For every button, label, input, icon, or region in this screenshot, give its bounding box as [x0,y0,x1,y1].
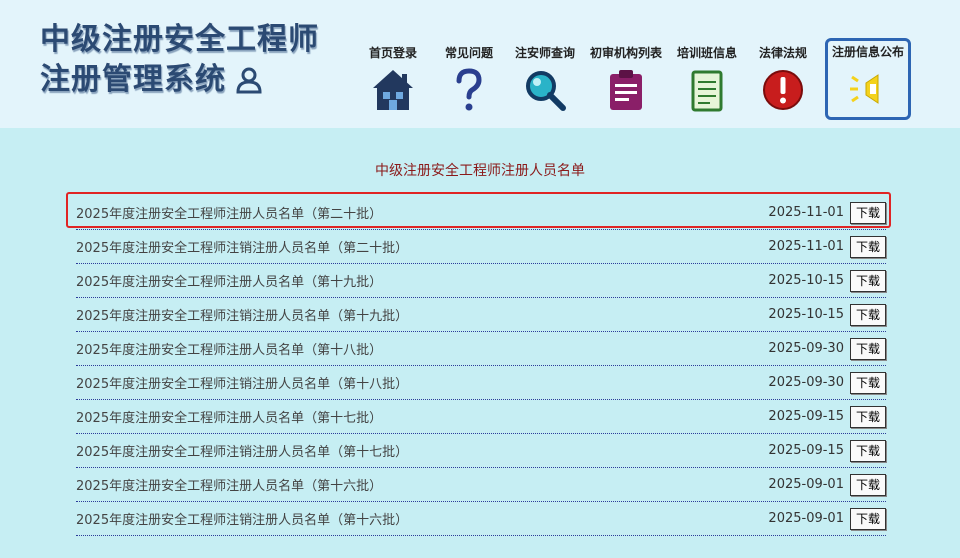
nav-label: 常见问题 [444,46,493,60]
list-item-date: 2025-11-01 [768,239,844,254]
download-button[interactable]: 下载 [849,337,886,360]
list-item-date: 2025-09-15 [768,409,844,424]
nav-training-info[interactable]: 培训班信息 [669,38,745,120]
download-button[interactable]: 下载 [849,269,886,292]
list-item-date: 2025-09-15 [768,443,844,458]
brand-title-line2-wrap: 注册管理系统 [40,60,319,100]
list-title: 中级注册安全工程师注册人员名单 [375,163,585,179]
megaphone-icon [850,74,879,104]
list-item-title[interactable]: 2025年度注册安全工程师注册人员名单（第二十批） [76,203,768,222]
list-item-title[interactable]: 2025年度注册安全工程师注册人员名单（第十七批） [76,407,768,426]
house-icon [373,70,413,110]
alert-icon [763,70,803,110]
clipboard-icon [610,70,642,110]
list-item: 2025年度注册安全工程师注销注册人员名单（第十九批） 2025-10-15 下… [76,298,886,332]
nav-registration-notice[interactable]: 注册信息公布 [825,38,911,120]
brand-title-line1: 中级注册安全工程师 [40,22,319,57]
magnifier-icon [526,71,566,111]
header: 中级注册安全工程师 注册管理系统 首页登录 常见问题 注安师查询 初审机构列表 … [0,0,960,128]
list-item: 2025年度注册安全工程师注销注册人员名单（第十八批） 2025-09-30 下… [76,366,886,400]
download-button[interactable]: 下载 [849,235,886,258]
download-button[interactable]: 下载 [849,473,886,496]
nav-review-agencies[interactable]: 初审机构列表 [583,38,669,120]
download-button[interactable]: 下载 [849,439,886,462]
list-item-date: 2025-10-15 [768,307,844,322]
brand: 中级注册安全工程师 注册管理系统 [40,20,319,100]
list-item-date: 2025-10-15 [768,273,844,288]
download-button[interactable]: 下载 [849,371,886,394]
brand-title-line2: 注册管理系统 [40,62,226,97]
nav-label: 注安师查询 [514,46,575,60]
list-item: 2025年度注册安全工程师注销注册人员名单（第十六批） 2025-09-01 下… [76,502,886,536]
list-item-date: 2025-11-01 [768,205,844,220]
list-item-title[interactable]: 2025年度注册安全工程师注册人员名单（第十八批） [76,339,768,358]
nav-faq[interactable]: 常见问题 [431,38,507,120]
download-button[interactable]: 下载 [849,507,886,530]
nav-label: 注册信息公布 [831,45,904,59]
list-item: 2025年度注册安全工程师注册人员名单（第十九批） 2025-10-15 下载 [76,264,886,298]
user-icon[interactable] [234,65,264,95]
notepad-icon [691,70,723,112]
nav-home-login[interactable]: 首页登录 [355,38,431,120]
list-item: 2025年度注册安全工程师注册人员名单（第十八批） 2025-09-30 下载 [76,332,886,366]
list-item-date: 2025-09-30 [768,375,844,390]
list-item-title[interactable]: 2025年度注册安全工程师注销注册人员名单（第二十批） [76,237,768,256]
nav-label: 法律法规 [758,46,807,60]
list-item-title[interactable]: 2025年度注册安全工程师注册人员名单（第十六批） [76,475,768,494]
list-item-title[interactable]: 2025年度注册安全工程师注册人员名单（第十九批） [76,271,768,290]
list-item: 2025年度注册安全工程师注册人员名单（第二十批） 2025-11-01 下载 [76,196,886,230]
download-button[interactable]: 下载 [849,303,886,326]
list-item: 2025年度注册安全工程师注册人员名单（第十七批） 2025-09-15 下载 [76,400,886,434]
download-button[interactable]: 下载 [849,201,886,224]
list-item-title[interactable]: 2025年度注册安全工程师注销注册人员名单（第十九批） [76,305,768,324]
list-item: 2025年度注册安全工程师注册人员名单（第十六批） 2025-09-01 下载 [76,468,886,502]
list-item-title[interactable]: 2025年度注册安全工程师注销注册人员名单（第十八批） [76,373,768,392]
nav-label: 初审机构列表 [589,46,662,60]
download-button[interactable]: 下载 [849,405,886,428]
list-item-date: 2025-09-01 [768,511,844,526]
nav-label: 培训班信息 [676,46,737,60]
list-item-title[interactable]: 2025年度注册安全工程师注销注册人员名单（第十六批） [76,509,768,528]
nav-engineer-search[interactable]: 注安师查询 [507,38,583,120]
question-icon [456,68,482,111]
registration-list: 2025年度注册安全工程师注册人员名单（第二十批） 2025-11-01 下载 … [76,196,886,536]
list-item-title[interactable]: 2025年度注册安全工程师注销注册人员名单（第十七批） [76,441,768,460]
list-item: 2025年度注册安全工程师注销注册人员名单（第二十批） 2025-11-01 下… [76,230,886,264]
nav-laws-regulations[interactable]: 法律法规 [745,38,821,120]
list-item-date: 2025-09-01 [768,477,844,492]
list-item: 2025年度注册安全工程师注销注册人员名单（第十七批） 2025-09-15 下… [76,434,886,468]
nav-label: 首页登录 [368,46,417,60]
main-nav: 首页登录 常见问题 注安师查询 初审机构列表 培训班信息 法律法规 注册信息公布 [355,38,911,120]
list-item-date: 2025-09-30 [768,341,844,356]
